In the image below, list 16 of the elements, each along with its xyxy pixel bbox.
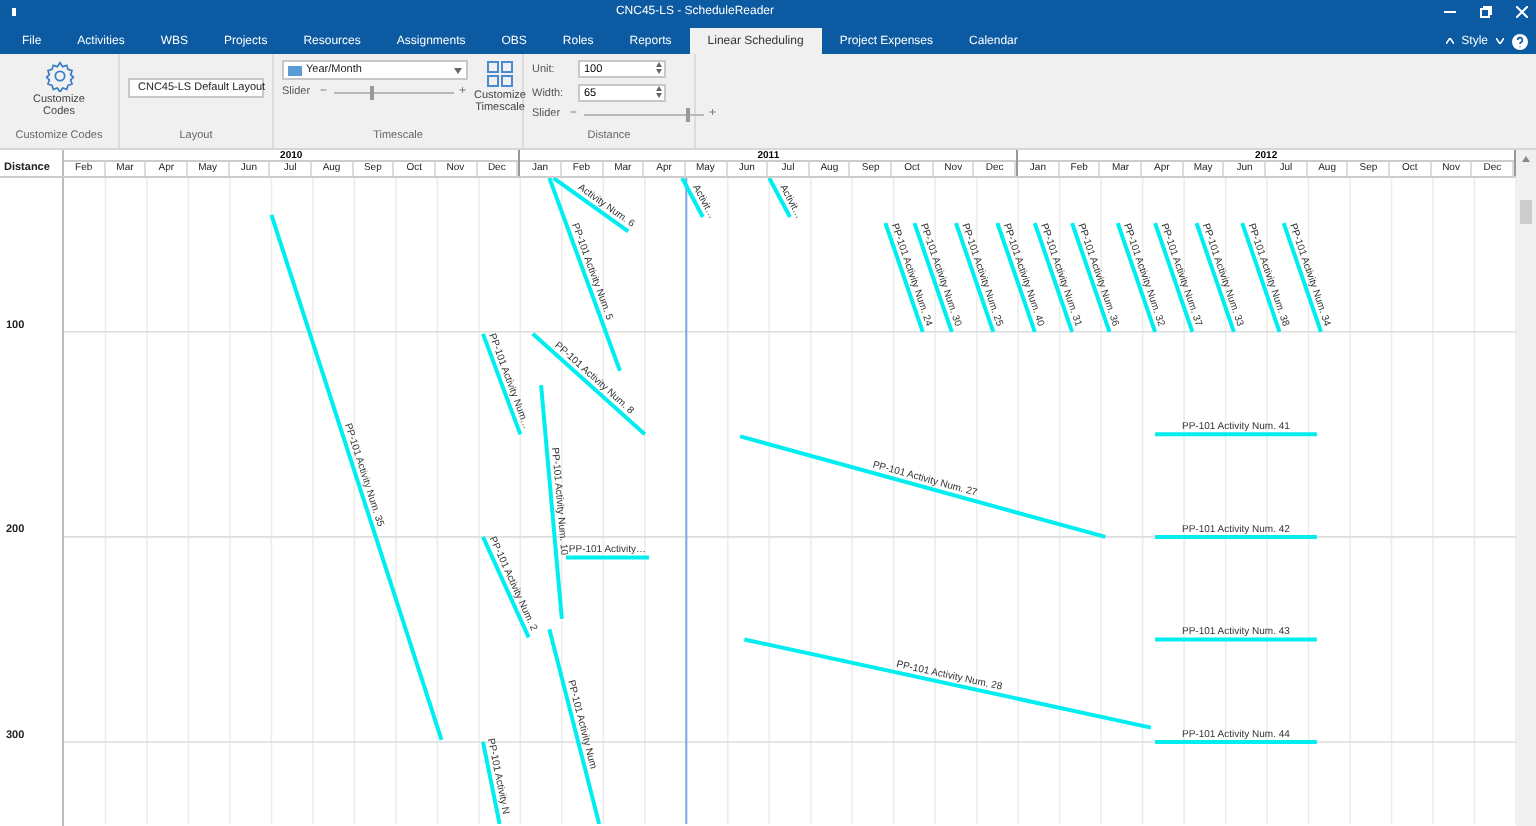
timescale-icon: [288, 63, 302, 77]
scroll-up-icon[interactable]: [1522, 156, 1530, 162]
slider-thumb[interactable]: [369, 85, 374, 99]
restore-icon[interactable]: [1480, 6, 1492, 18]
minimize-icon[interactable]: [1444, 6, 1456, 18]
spinner-arrows-icon[interactable]: [656, 62, 662, 74]
collapse-icon[interactable]: [1445, 38, 1454, 44]
grid-icon: [486, 60, 514, 88]
spinner-arrows-icon[interactable]: [656, 86, 662, 98]
caret-icon: [1496, 38, 1504, 44]
close-icon[interactable]: [1516, 6, 1528, 18]
help-icon[interactable]: [1512, 33, 1528, 49]
caret-icon: [454, 67, 462, 73]
gear-icon: [43, 60, 75, 92]
slider-thumb[interactable]: [685, 107, 690, 121]
scroll-thumb[interactable]: [1520, 200, 1532, 224]
